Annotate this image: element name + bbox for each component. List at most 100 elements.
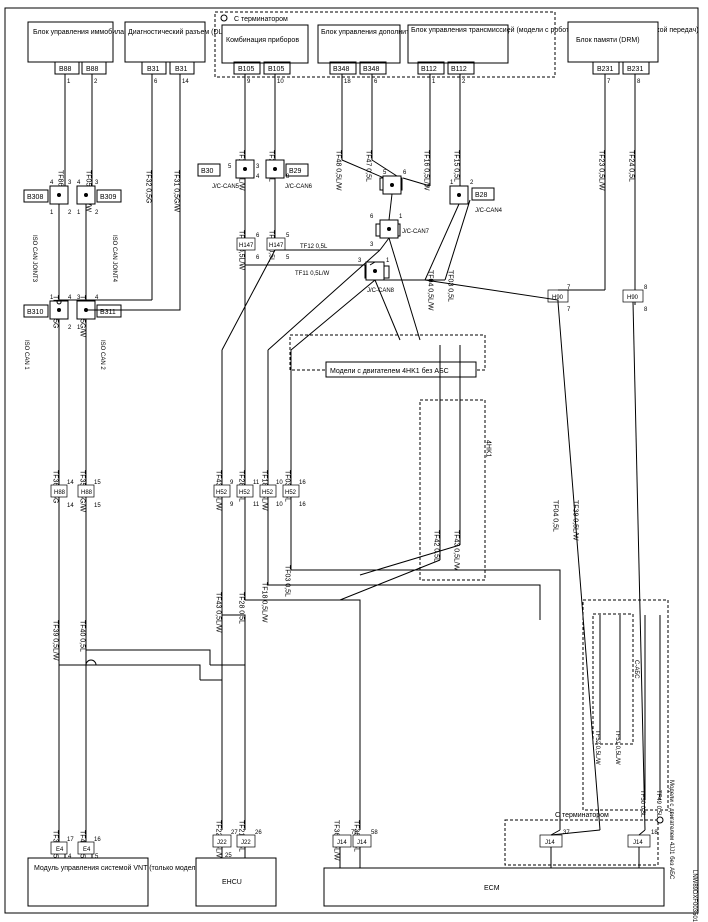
svg-text:TF50 0,5L: TF50 0,5L [639,790,645,818]
svg-text:B29: B29 [289,168,302,175]
svg-text:H52: H52 [262,490,274,496]
svg-text:ISO CAN JOINT3: ISO CAN JOINT3 [31,235,37,283]
svg-text:TF15 0,5L: TF15 0,5L [453,150,460,182]
svg-text:17: 17 [67,837,74,843]
svg-text:10: 10 [277,79,284,85]
svg-text:B88: B88 [59,66,72,73]
svg-text:EHCU: EHCU [222,879,242,886]
svg-text:B309: B309 [100,194,116,201]
svg-text:B231: B231 [627,66,643,73]
svg-text:10: 10 [276,480,283,486]
svg-text:TF42 0,5L: TF42 0,5L [433,530,440,562]
svg-text:ECM: ECM [484,885,500,892]
svg-text:TF43 0,5L/W: TF43 0,5L/W [453,530,460,571]
svg-text:TF48 0,5L/W: TF48 0,5L/W [335,150,342,191]
svg-text:18: 18 [344,79,351,85]
svg-text:B30: B30 [201,168,214,175]
svg-text:TF03 0,5L: TF03 0,5L [284,565,291,597]
svg-text:B88: B88 [86,66,99,73]
svg-text:ISO CAN JOINT4: ISO CAN JOINT4 [111,235,117,283]
svg-text:25: 25 [225,853,232,859]
svg-text:Комбинация приборов: Комбинация приборов [226,36,299,44]
svg-text:B105: B105 [238,66,254,73]
svg-text:15: 15 [94,503,101,509]
svg-text:TF23 0,5L/W: TF23 0,5L/W [598,150,605,191]
svg-text:14: 14 [67,480,74,486]
svg-text:TF11 0,5L/W: TF11 0,5L/W [295,271,330,277]
svg-text:J22: J22 [241,840,251,846]
svg-text:H88: H88 [81,490,93,496]
svg-text:H147: H147 [239,243,254,249]
svg-text:11: 11 [253,502,260,508]
svg-text:78: 78 [351,830,358,836]
svg-text:B348: B348 [333,66,349,73]
svg-text:16: 16 [299,502,306,508]
svg-text:B112: B112 [451,66,467,73]
svg-text:Диагностический разъем (DLC): Диагностический разъем (DLC) [128,28,230,36]
top-terminator-label: С терминатором [234,16,288,23]
svg-text:Модели с двигателем 4HK1 без А: Модели с двигателем 4HK1 без АБС [330,367,449,375]
svg-text:TF52 0,5L/W: TF52 0,5L/W [594,730,600,765]
svg-text:TF04 0,5L/W: TF04 0,5L/W [427,270,434,311]
svg-text:58: 58 [371,830,378,836]
svg-text:TF39 0,5L/W: TF39 0,5L/W [52,620,59,661]
svg-text:TF18 0,5L/W: TF18 0,5L/W [261,582,268,623]
svg-text:J14: J14 [337,840,347,846]
svg-text:18: 18 [651,830,658,836]
svg-text:B105: B105 [268,66,284,73]
svg-text:TF24 0,5L: TF24 0,5L [628,150,635,182]
svg-text:26: 26 [255,830,262,836]
svg-text:27: 27 [231,830,238,836]
svg-text:11: 11 [253,480,260,486]
svg-text:14: 14 [67,503,74,509]
svg-text:J/C-CAN6: J/C-CAN6 [285,184,313,190]
svg-text:H147: H147 [269,243,284,249]
svg-text:TF04 0,5L: TF04 0,5L [552,500,559,532]
svg-text:ISO CAN 1: ISO CAN 1 [23,340,29,370]
svg-text:С-АБС: С-АБС [633,660,639,679]
svg-text:TF32 0,5G: TF32 0,5G [145,170,152,203]
svg-text:ISO CAN 2: ISO CAN 2 [99,340,105,370]
frame-id: LNW89DXF003501 [691,870,697,922]
svg-text:Модели с двигателем 4JJ1 без А: Модели с двигателем 4JJ1 без АБС [668,780,674,880]
svg-text:TF40 0,5L: TF40 0,5L [79,620,86,652]
svg-text:TF03 0,5L: TF03 0,5L [447,270,454,302]
svg-text:H52: H52 [239,490,251,496]
svg-text:14: 14 [182,79,189,85]
svg-text:TF31 0,5G/W: TF31 0,5G/W [173,170,180,212]
svg-text:J/C-CAN7: J/C-CAN7 [402,229,430,235]
svg-text:4HK1: 4HK1 [485,440,492,458]
svg-text:B28: B28 [475,192,488,199]
bottom-terminator-label: С терминатором [555,812,609,819]
svg-text:B308: B308 [27,194,43,201]
svg-text:TF49 0,5L: TF49 0,5L [655,790,661,818]
svg-text:E4: E4 [56,847,64,853]
svg-text:J14: J14 [545,840,555,846]
svg-text:B31: B31 [175,66,188,73]
svg-text:10: 10 [276,502,283,508]
module-ehcu: EHCU [196,858,276,906]
svg-text:TF47 0,5L: TF47 0,5L [365,150,372,182]
svg-text:B348: B348 [363,66,379,73]
svg-text:16: 16 [299,480,306,486]
svg-text:H90: H90 [627,295,639,301]
svg-text:15: 15 [94,480,101,486]
svg-text:16: 16 [94,837,101,843]
svg-text:J/C-CAN5: J/C-CAN5 [212,184,240,190]
svg-text:B112: B112 [421,66,437,73]
svg-text:J14: J14 [633,840,643,846]
svg-text:TF39 0,5L/W: TF39 0,5L/W [572,500,579,541]
svg-text:J/C-CAN4: J/C-CAN4 [475,208,503,214]
svg-text:TF51 0,5L/W: TF51 0,5L/W [614,730,620,765]
svg-text:H52: H52 [285,490,297,496]
svg-text:B310: B310 [27,309,43,316]
svg-text:B31: B31 [147,66,160,73]
svg-text:TF43 0,5L/W: TF43 0,5L/W [215,592,222,633]
svg-text:TF12 0,5L: TF12 0,5L [300,244,328,250]
svg-text:H88: H88 [54,490,66,496]
module-ecm: ECM [324,868,664,906]
svg-text:B231: B231 [597,66,613,73]
svg-text:E4: E4 [83,847,91,853]
svg-text:H52: H52 [216,490,228,496]
svg-text:J22: J22 [217,840,227,846]
